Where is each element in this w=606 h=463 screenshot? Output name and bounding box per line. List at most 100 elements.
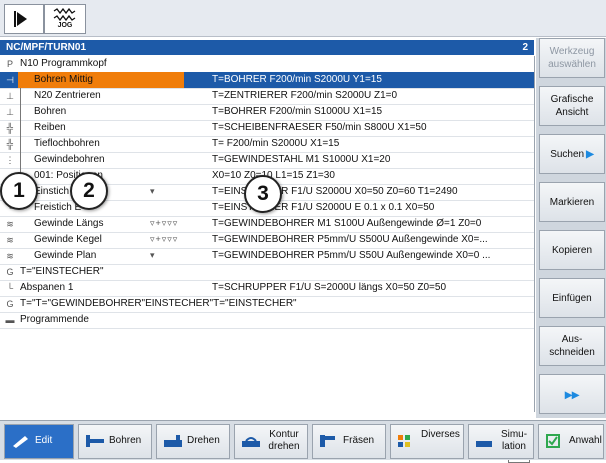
softkey-label: Einfügen (552, 292, 592, 304)
softkey-select[interactable]: Anwahl (538, 424, 604, 459)
ream-icon: ╬ (6, 123, 14, 133)
block-name: Bohren Mittig (18, 72, 184, 88)
softkey-label: Markieren (549, 196, 595, 208)
drill-icon: ⊥ (6, 107, 14, 117)
softkey-simulation[interactable]: Simu-lation (468, 424, 534, 459)
block-name: N10 Programmkopf (20, 58, 107, 69)
block-name: Reiben (34, 122, 66, 133)
tree-line (20, 120, 29, 136)
list-item[interactable]: ≋ Gewinde Kegel ▿+▿▿▿ T=GEWINDEBOHRER P5… (0, 232, 534, 249)
block-parameters: T= F200/min S2000U X1=15 (212, 138, 340, 149)
callout-3: 3 (244, 175, 282, 213)
block-name: Gewindebohren (34, 154, 105, 165)
softkey-label: Anwahl (569, 435, 602, 446)
softkey-turning[interactable]: Drehen (156, 424, 230, 459)
list-item[interactable]: ⋮ Gewindebohren T=GEWINDESTAHL M1 S1000U… (0, 152, 534, 169)
list-item[interactable]: ╬ Reiben T=SCHEIBENFRAESER F50/min S800U… (0, 120, 534, 137)
softkey-copy[interactable]: Kopieren (539, 230, 605, 270)
tree-line (20, 152, 29, 168)
softkey-label: Edit (35, 435, 53, 446)
list-item[interactable]: ⊥ N20 Zentrieren T=ZENTRIERER F200/min S… (0, 88, 534, 105)
center-drill-icon: ⊥ (6, 91, 14, 101)
softkey-miscellaneous[interactable]: Diverses (390, 424, 464, 459)
softkey-paste[interactable]: Einfügen (539, 278, 605, 318)
block-parameters: T=EINSTECHER F1/U S2000U E 0.1 x 0.1 X0=… (212, 202, 435, 213)
softkey-cut[interactable]: Aus-schneiden (539, 326, 605, 366)
softkey-label: Kopieren (551, 244, 593, 256)
miscellaneous-icon (398, 435, 410, 447)
drilling-icon (86, 435, 104, 447)
top-bar: JOG (0, 0, 606, 37)
callout-1: 1 (0, 172, 38, 210)
horizontal-softkey-bar: Edit Bohren Drehen Kontur drehen Fräsen … (0, 420, 606, 460)
list-item[interactable]: ⊥ Bohren T=BOHRER F200/min S1000U X1=15 (0, 104, 534, 121)
operating-mode-indicator[interactable] (4, 4, 44, 34)
list-item[interactable]: ▬ Programmende (0, 312, 534, 329)
block-marker: ▾ (150, 186, 156, 196)
block-name: Einstich (34, 186, 70, 197)
submenu-arrow-icon: ▶ (586, 148, 594, 160)
block-name: T="T="GEWINDEBOHRER"EINSTECHER"T="EINSTE… (20, 298, 297, 309)
list-item-selected[interactable]: ⊣ Bohren Mittig T=BOHRER F200/min S2000U… (0, 72, 534, 89)
block-marker: ▿+▿▿▿ (150, 234, 179, 244)
block-parameters: T=ZENTRIERER F200/min S2000U Z1=0 (212, 90, 398, 101)
jog-wave-icon (53, 8, 76, 22)
block-parameters: T=GEWINDEBOHRER M1 S100U Außengewinde Ø=… (212, 218, 482, 229)
turning-icon (164, 435, 182, 447)
tree-line (20, 88, 29, 104)
stock-removal-icon: └ (6, 283, 14, 293)
softkey-drilling[interactable]: Bohren (78, 424, 152, 459)
list-item[interactable]: ╬ Tieflochbohren T= F200/min S2000U X1=1… (0, 136, 534, 153)
softkey-search[interactable]: Suchen ▶ (539, 134, 605, 174)
thread-cut-icon: ≋ (6, 219, 14, 229)
softkey-label: Bohren (109, 435, 142, 446)
tree-line (20, 136, 29, 152)
more-arrows-icon: ▸▸ (564, 385, 580, 402)
softkey-contour-turning[interactable]: Kontur drehen (234, 424, 308, 459)
softkey-more[interactable]: ▸▸ (539, 374, 605, 414)
mode-bar-icon (14, 11, 16, 27)
deep-hole-drill-icon: ╬ (6, 139, 14, 149)
softkey-edit[interactable]: Edit (4, 424, 74, 459)
softkey-label: Drehen (187, 435, 220, 446)
block-name: Tieflochbohren (34, 138, 100, 149)
block-parameters: T=SCHRUPPER F1/U S=2000U längs X0=50 Z0=… (212, 282, 447, 293)
tree-line (20, 104, 29, 120)
softkey-label: Kontur drehen (268, 429, 300, 452)
softkey-label: Simu-lation (500, 429, 528, 452)
block-name: Programmende (20, 314, 89, 325)
softkey-label: Fräsen (343, 435, 375, 446)
program-path-header: NC/MPF/TURN01 2 (0, 40, 534, 55)
jog-mode-indicator[interactable]: JOG (44, 4, 86, 34)
list-item[interactable]: ≋ Gewinde Längs ▿+▿▿▿ T=GEWINDEBOHRER M1… (0, 216, 534, 233)
block-name: Gewinde Kegel (34, 234, 102, 245)
list-item[interactable]: P N10 Programmkopf (0, 56, 534, 73)
softkey-label: Werkzeug auswählen (548, 46, 596, 70)
softkey-label: Grafische Ansicht (550, 94, 594, 118)
block-parameters: T=GEWINDESTAHL M1 S1000U X1=20 (212, 154, 391, 165)
softkey-select-tool[interactable]: Werkzeug auswählen (539, 38, 605, 78)
block-marker: ▿+▿▿▿ (150, 218, 179, 228)
simulation-icon (476, 441, 492, 447)
block-parameters: T=SCHEIBENFRAESER F50/min S800U X1=50 (212, 122, 427, 133)
block-parameters: T=BOHRER F200/min S2000U Y1=15 (212, 74, 382, 85)
milling-icon (320, 435, 335, 447)
block-name: Abspanen 1 (20, 282, 74, 293)
list-item[interactable]: G T="EINSTECHER" (0, 264, 534, 281)
softkey-label: Diverses (421, 429, 460, 440)
list-item[interactable]: └ Abspanen 1 T=SCHRUPPER F1/U S=2000U lä… (0, 280, 534, 297)
callout-2: 2 (70, 172, 108, 210)
block-parameters: T=BOHRER F200/min S1000U X1=15 (212, 106, 383, 117)
softkey-milling[interactable]: Fräsen (312, 424, 386, 459)
program-header-icon: P (6, 59, 13, 69)
list-item[interactable]: ≋ Gewinde Plan ▾ T=GEWINDEBOHRER P5mm/U … (0, 248, 534, 265)
block-name: Bohren (34, 106, 67, 117)
vertical-softkey-bar: Werkzeug auswählen Grafische Ansicht Suc… (536, 38, 606, 418)
list-item[interactable]: G T="T="GEWINDEBOHRER"EINSTECHER"T="EINS… (0, 296, 534, 313)
jog-label: JOG (57, 22, 73, 29)
softkey-label: Suchen (550, 148, 585, 160)
softkey-mark[interactable]: Markieren (539, 182, 605, 222)
program-block-list: P N10 Programmkopf ⊣ Bohren Mittig T=BOH… (0, 56, 535, 463)
play-arrow-icon (17, 12, 27, 26)
softkey-graphic-view[interactable]: Grafische Ansicht (539, 86, 605, 126)
